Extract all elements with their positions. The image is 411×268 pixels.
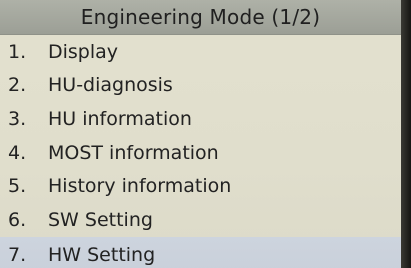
menu-item-label: Display [48, 40, 119, 63]
menu-item-label: History information [48, 175, 232, 198]
menu-item-hw-setting[interactable]: 7. HW Setting [0, 236, 401, 268]
engineering-menu: 1. Display 2. HU-diagnosis 3. HU informa… [0, 35, 401, 268]
menu-item-label: HU-diagnosis [48, 74, 173, 97]
menu-item-hu-information[interactable]: 3. HU information [0, 102, 401, 136]
menu-item-sw-setting[interactable]: 6. SW Setting [0, 203, 401, 237]
menu-item-number: 1. [8, 40, 27, 63]
menu-item-hu-diagnosis[interactable]: 2. HU-diagnosis [0, 69, 401, 103]
menu-item-number: 6. [8, 208, 27, 231]
menu-item-number: 5. [8, 175, 27, 198]
menu-item-number: 4. [8, 141, 27, 164]
title-bar: Engineering Mode (1/2) [0, 0, 401, 35]
menu-item-history-information[interactable]: 5. History information [0, 169, 401, 203]
page-title: Engineering Mode (1/2) [80, 5, 321, 29]
menu-item-number: 2. [8, 74, 27, 97]
menu-item-most-information[interactable]: 4. MOST information [0, 136, 401, 170]
display-bezel [401, 0, 411, 268]
menu-item-number: 7. [8, 243, 27, 266]
engineering-mode-screen: Engineering Mode (1/2) 1. Display 2. HU-… [0, 0, 411, 268]
menu-item-label: HW Setting [48, 243, 156, 266]
menu-item-number: 3. [8, 107, 27, 130]
menu-item-label: HU information [48, 107, 192, 130]
menu-item-label: SW Setting [48, 208, 153, 231]
menu-item-label: MOST information [48, 141, 219, 164]
menu-item-display[interactable]: 1. Display [0, 35, 401, 69]
